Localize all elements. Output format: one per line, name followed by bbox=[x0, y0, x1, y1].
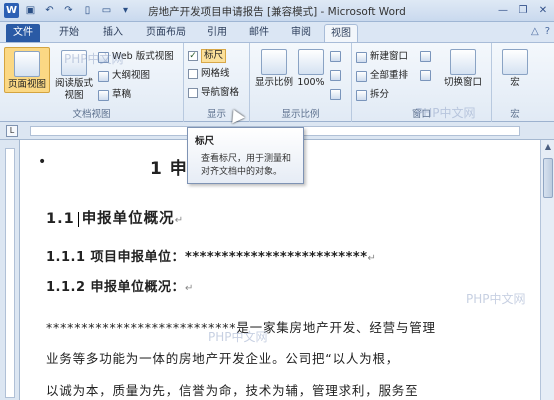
body-line-3: 以诚为本，质量为先，信誉为命，技术为辅，管理求利，服务至 bbox=[46, 383, 419, 398]
outline-icon bbox=[98, 70, 109, 82]
tooltip-body: 查看标尺，用于测量和 对齐文档中的对象。 bbox=[201, 154, 292, 177]
hundred-percent-button[interactable]: 100% bbox=[296, 49, 326, 89]
window-controls: — ❐ ✕ bbox=[494, 2, 552, 18]
watermark: PHP中文网 bbox=[64, 52, 124, 66]
switch-windows-icon bbox=[450, 49, 476, 75]
vertical-scrollbar[interactable]: ▲ bbox=[540, 140, 554, 400]
heading-1: 1.1 申报单位概况↵ bbox=[46, 211, 185, 227]
tab-insert[interactable]: 插入 bbox=[96, 24, 130, 42]
sync-scroll-button[interactable] bbox=[420, 70, 431, 81]
tab-mailings[interactable]: 邮件 bbox=[242, 24, 276, 42]
help-icon[interactable]: ? bbox=[545, 26, 550, 37]
ruler-checkbox[interactable]: 标尺 bbox=[188, 49, 227, 63]
group-zoom: 显示比例 100% 显示比例 bbox=[250, 43, 352, 122]
split-button[interactable]: 拆分 bbox=[356, 89, 389, 101]
group-label: 文档视图 bbox=[72, 109, 111, 120]
group-macros: 宏 宏 bbox=[492, 43, 538, 122]
ruler-check-icon[interactable] bbox=[188, 51, 198, 61]
heading-2-unit-overview: 1.1.2 申报单位概况：↵ bbox=[46, 280, 194, 295]
vertical-ruler[interactable] bbox=[0, 140, 20, 400]
gridlines-checkbox[interactable]: 网格线 bbox=[188, 68, 230, 80]
macros-icon bbox=[502, 49, 528, 75]
navigation-pane-check-icon[interactable] bbox=[188, 88, 198, 98]
two-pages-icon bbox=[330, 70, 341, 81]
sync-scroll-icon bbox=[420, 70, 431, 81]
ruler-tooltip: 标尺 查看标尺，用于测量和 对齐文档中的对象。 bbox=[187, 127, 304, 184]
tab-view[interactable]: 视图 bbox=[324, 24, 358, 42]
tab-references[interactable]: 引用 bbox=[200, 24, 234, 42]
tab-selector-icon[interactable]: L bbox=[6, 125, 18, 137]
macros-button[interactable]: 宏 bbox=[498, 49, 532, 89]
new-window-button[interactable]: 新建窗口 bbox=[356, 51, 408, 63]
one-page-icon bbox=[330, 51, 341, 62]
close-icon[interactable]: ✕ bbox=[534, 2, 552, 18]
watermark: PHP中文网 bbox=[466, 292, 526, 306]
tab-home[interactable]: 开始 bbox=[52, 24, 86, 42]
tab-page-layout[interactable]: 页面布局 bbox=[138, 24, 194, 42]
page-100-icon bbox=[298, 49, 324, 75]
page-view-icon bbox=[14, 51, 40, 77]
one-page-button[interactable] bbox=[330, 51, 341, 62]
watermark: PHP中文网 bbox=[208, 330, 268, 344]
two-pages-button[interactable] bbox=[330, 70, 341, 81]
draft-icon bbox=[98, 89, 109, 101]
scroll-thumb[interactable] bbox=[543, 158, 553, 198]
gridlines-check-icon[interactable] bbox=[188, 69, 198, 79]
zoom-icon bbox=[261, 49, 287, 75]
page-width-icon bbox=[330, 89, 341, 100]
split-icon bbox=[356, 89, 367, 101]
arrange-all-icon bbox=[356, 70, 367, 82]
ribbon-right-controls: △ ? bbox=[531, 26, 550, 37]
arrange-all-button[interactable]: 全部重排 bbox=[356, 70, 408, 82]
zoom-button[interactable]: 显示比例 bbox=[254, 49, 294, 89]
vertical-ruler-scale[interactable] bbox=[5, 148, 15, 398]
scroll-up-icon[interactable]: ▲ bbox=[541, 140, 554, 154]
paragraph-bullet: • bbox=[38, 154, 47, 170]
view-side-by-side-button[interactable] bbox=[420, 51, 431, 62]
tab-file[interactable]: 文件 bbox=[6, 24, 40, 42]
side-by-side-icon bbox=[420, 51, 431, 62]
minimize-icon[interactable]: — bbox=[494, 2, 512, 18]
group-label: 宏 bbox=[510, 109, 520, 120]
navigation-pane-checkbox[interactable]: 导航窗格 bbox=[188, 87, 239, 99]
text-cursor bbox=[77, 211, 79, 227]
group-label: 显示比例 bbox=[281, 109, 320, 120]
minimize-ribbon-icon[interactable]: △ bbox=[531, 26, 539, 37]
switch-windows-button[interactable]: 切换窗口 bbox=[438, 49, 488, 89]
print-layout-button[interactable]: 页面视图 bbox=[4, 47, 50, 93]
draft-button[interactable]: 草稿 bbox=[98, 89, 131, 101]
ribbon-tabs: 文件 开始 插入 页面布局 引用 邮件 审阅 视图 △ ? bbox=[0, 22, 554, 42]
restore-icon[interactable]: ❐ bbox=[514, 2, 532, 18]
page-width-button[interactable] bbox=[330, 89, 341, 100]
watermark: PHP中文网 bbox=[416, 106, 476, 120]
body-line-2: 业务等多功能为一体的房地产开发企业。公司把“以人为根， bbox=[46, 351, 400, 366]
new-window-icon bbox=[356, 51, 367, 63]
heading-2-project-unit: 1.1.1 项目申报单位：*************************↵ bbox=[46, 250, 377, 265]
title-bar: W ▣ ↶ ↷ ▯ ▭ ▾ 房地产开发项目申请报告 [兼容模式] - Micro… bbox=[0, 0, 554, 22]
tab-review[interactable]: 审阅 bbox=[284, 24, 318, 42]
window-title: 房地产开发项目申请报告 [兼容模式] - Microsoft Word bbox=[148, 6, 406, 18]
outline-button[interactable]: 大纲视图 bbox=[98, 70, 150, 82]
